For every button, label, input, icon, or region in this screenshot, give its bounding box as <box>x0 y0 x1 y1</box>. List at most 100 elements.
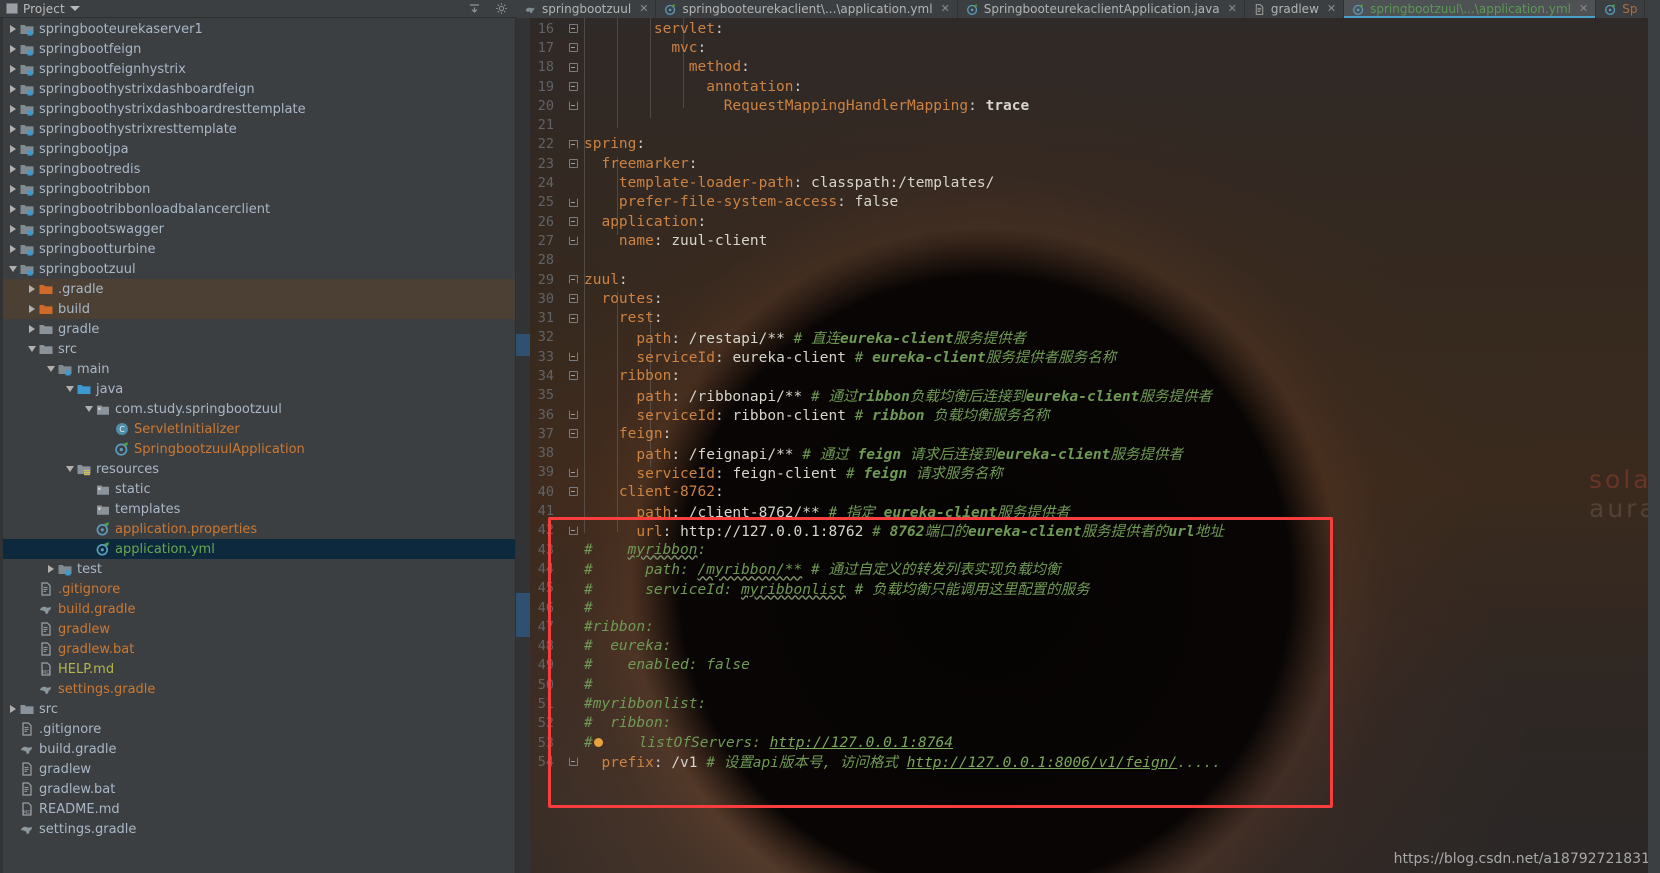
tree-node-springbootswagger[interactable]: springbootswagger <box>0 219 515 239</box>
close-icon[interactable]: ✕ <box>941 0 950 18</box>
code-line-37[interactable]: 37 feign: <box>516 424 1660 443</box>
tree-node-help-md[interactable]: MD HELP.md <box>0 659 515 679</box>
code-line-33[interactable]: 33 serviceId: eureka-client # eureka-cli… <box>516 347 1660 367</box>
fold-marker[interactable] <box>562 371 584 381</box>
fold-marker[interactable] <box>562 43 584 53</box>
fold-marker-end[interactable] <box>562 352 584 362</box>
tree-node-build-gradle[interactable]: build.gradle <box>0 599 515 619</box>
code-line-23[interactable]: 23 freemarker: <box>516 154 1660 173</box>
code-line-35[interactable]: 35 path: /ribbonapi/** # 通过ribbon负载均衡后连接… <box>516 386 1660 405</box>
code-line-42[interactable]: 42 url: http://127.0.0.1:8762 # 8762端口的e… <box>516 521 1660 540</box>
gear-icon[interactable] <box>495 2 508 15</box>
tree-node-settings-gradle[interactable]: settings.gradle <box>0 819 515 839</box>
code-line-22[interactable]: 22 spring: <box>516 135 1660 154</box>
fold-marker[interactable] <box>562 429 584 439</box>
fold-marker[interactable] <box>562 82 584 92</box>
chevron-down-icon[interactable] <box>69 6 80 11</box>
tree-node-application-properties[interactable]: application.properties <box>0 519 515 539</box>
close-icon[interactable]: ✕ <box>1228 0 1237 18</box>
chevron-right-icon[interactable] <box>6 705 19 713</box>
tree-node--gradle[interactable]: .gradle <box>0 279 515 299</box>
fold-marker[interactable] <box>562 62 584 72</box>
tree-node-readme-md[interactable]: MD README.md <box>0 799 515 819</box>
tree-node-templates[interactable]: templates <box>0 499 515 519</box>
code-line-48[interactable]: 48 # eureka: <box>516 637 1660 656</box>
code-line-34[interactable]: 34 ribbon: <box>516 366 1660 385</box>
tree-node-servletinitializer[interactable]: C ServletInitializer <box>0 419 515 439</box>
fold-marker-end[interactable] <box>562 467 584 477</box>
chevron-down-icon[interactable] <box>44 366 57 372</box>
chevron-right-icon[interactable] <box>25 285 38 293</box>
chevron-right-icon[interactable] <box>6 105 19 113</box>
chevron-right-icon[interactable] <box>6 145 19 153</box>
fold-marker-start[interactable] <box>562 139 584 149</box>
code-line-39[interactable]: 39 serviceId: feign-client # feign 请求服务名… <box>516 463 1660 482</box>
close-icon[interactable]: ✕ <box>1327 0 1336 18</box>
fold-marker-end[interactable] <box>562 197 584 207</box>
chevron-right-icon[interactable] <box>25 325 38 333</box>
chevron-down-icon[interactable] <box>25 346 38 352</box>
tree-node-springboothystrixresttemplate[interactable]: springboothystrixresttemplate <box>0 119 515 139</box>
editor-tab-springbooteurekaclient-application-yml[interactable]: springbooteurekaclient\...\application.y… <box>656 0 958 18</box>
tree-node-java[interactable]: java <box>0 379 515 399</box>
code-line-32[interactable]: 32 path: /restapi/** # 直连eureka-client服务… <box>516 328 1660 347</box>
editor-tab-springbootzuul[interactable]: springbootzuul ✕ <box>516 0 657 18</box>
chevron-down-icon[interactable] <box>63 466 76 472</box>
fold-marker-end[interactable] <box>562 236 584 246</box>
tree-node-build[interactable]: build <box>0 299 515 319</box>
tree-node-gradlew[interactable]: gradlew <box>0 759 515 779</box>
code-line-25[interactable]: 25 prefer-file-system-access: false <box>516 193 1660 212</box>
fold-marker[interactable] <box>562 24 584 34</box>
chevron-right-icon[interactable] <box>6 225 19 233</box>
tree-node-build-gradle[interactable]: build.gradle <box>0 739 515 759</box>
tree-node-src[interactable]: src <box>0 339 515 359</box>
fold-marker[interactable] <box>562 294 584 304</box>
chevron-right-icon[interactable] <box>6 25 19 33</box>
chevron-right-icon[interactable] <box>6 185 19 193</box>
code-line-50[interactable]: 50 # <box>516 675 1660 694</box>
tree-node-gradlew[interactable]: gradlew <box>0 619 515 639</box>
tree-node-settings-gradle[interactable]: settings.gradle <box>0 679 515 699</box>
fold-marker[interactable] <box>562 217 584 227</box>
code-line-38[interactable]: 38 path: /feignapi/** # 通过 feign 请求后连接到e… <box>516 444 1660 463</box>
code-line-29[interactable]: 29 zuul: <box>516 270 1660 289</box>
code-line-52[interactable]: 52 # ribbon: <box>516 714 1660 733</box>
tree-node-static[interactable]: static <box>0 479 515 499</box>
tree-node-springboothystrixdashboardresttemplate[interactable]: springboothystrixdashboardresttemplate <box>0 99 515 119</box>
code-line-36[interactable]: 36 serviceId: ribbon-client # ribbon 负载均… <box>516 405 1660 425</box>
tree-node-test[interactable]: test <box>0 559 515 579</box>
tree-node-gradlew-bat[interactable]: gradlew.bat <box>0 779 515 799</box>
fold-marker-end[interactable] <box>562 410 584 420</box>
code-line-51[interactable]: 51 #myribbonlist: <box>516 694 1660 713</box>
tree-node-application-yml[interactable]: application.yml <box>0 539 515 559</box>
code-line-40[interactable]: 40 client-8762: <box>516 482 1660 501</box>
close-icon[interactable]: ✕ <box>639 0 648 18</box>
chevron-right-icon[interactable] <box>6 65 19 73</box>
tree-node-springbootribbonloadbalancerclient[interactable]: springbootribbonloadbalancerclient <box>0 199 515 219</box>
project-tool-window-header[interactable]: Project <box>0 0 516 18</box>
tree-node-springbootribbon[interactable]: springbootribbon <box>0 179 515 199</box>
code-line-46[interactable]: 46 # <box>516 598 1660 617</box>
code-line-45[interactable]: 45 # serviceId: myribbonlist # 负载均衡只能调用这里… <box>516 579 1660 598</box>
tree-node-springbootfeignhystrix[interactable]: springbootfeignhystrix <box>0 59 515 79</box>
fold-marker[interactable] <box>562 159 584 169</box>
project-tree-list[interactable]: springbooteurekaserver1 springbootfeign sp… <box>0 18 515 839</box>
code-line-17[interactable]: 17 mvc: <box>516 38 1660 57</box>
code-line-21[interactable]: 21 <box>516 115 1660 134</box>
tree-node-springbootzuulapplication[interactable]: SpringbootzuulApplication <box>0 439 515 459</box>
editor-tab-bar[interactable]: springbootzuul ✕ springbooteurekaclient\… <box>516 0 1660 18</box>
tree-node--gitignore[interactable]: .gitignore <box>0 719 515 739</box>
code-line-26[interactable]: 26 application: <box>516 212 1660 231</box>
chevron-right-icon[interactable] <box>6 45 19 53</box>
code-line-44[interactable]: 44 # path: /myribbon/** # 通过自定义的转发列表实现负载均… <box>516 559 1660 579</box>
code-line-31[interactable]: 31 rest: <box>516 308 1660 327</box>
tree-node-com-study-springbootzuul[interactable]: com.study.springbootzuul <box>0 399 515 419</box>
tree-node-springboothystrixdashboardfeign[interactable]: springboothystrixdashboardfeign <box>0 79 515 99</box>
tree-node-main[interactable]: main <box>0 359 515 379</box>
code-line-49[interactable]: 49 # enabled: false <box>516 656 1660 675</box>
code-line-43[interactable]: 43 # myribbon: <box>516 540 1660 559</box>
collapse-all-icon[interactable] <box>468 2 481 15</box>
chevron-right-icon[interactable] <box>6 125 19 133</box>
code-line-18[interactable]: 18 method: <box>516 58 1660 77</box>
fold-marker[interactable] <box>562 313 584 323</box>
